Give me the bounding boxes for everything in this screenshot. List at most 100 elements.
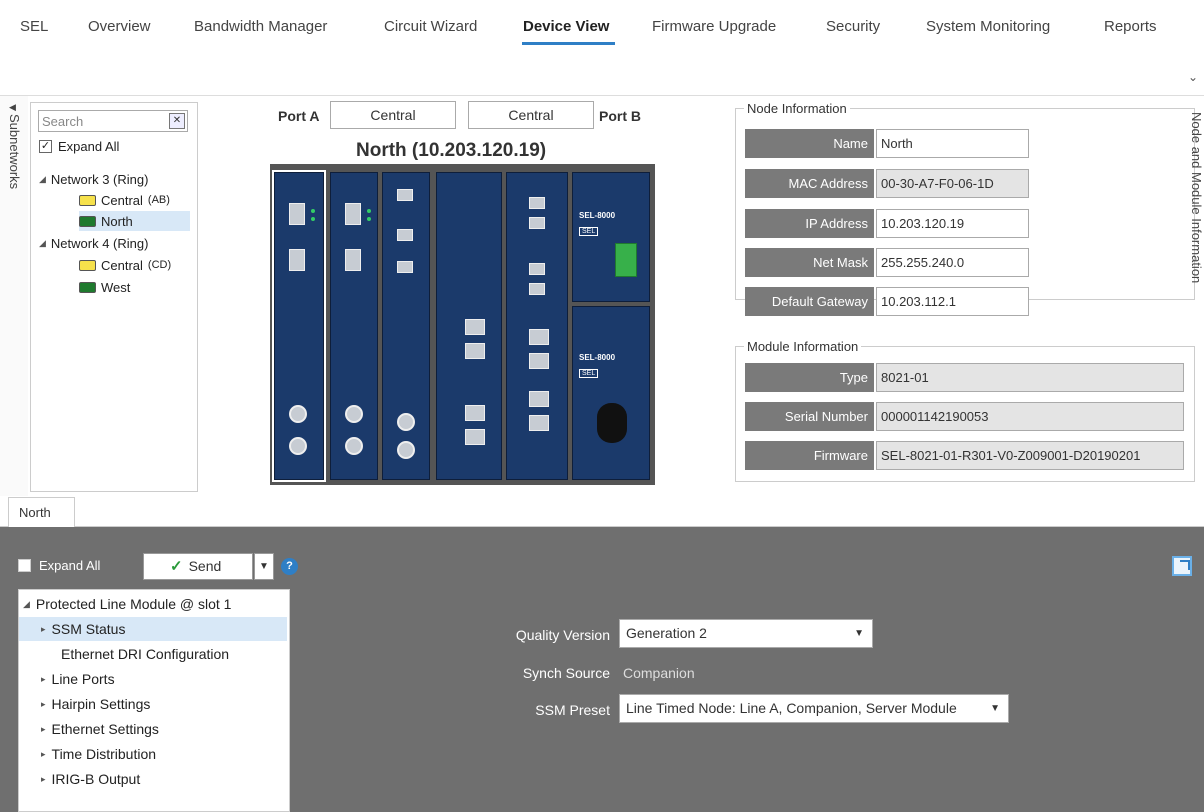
node-label: North bbox=[101, 213, 133, 229]
collapsed-triangle-icon[interactable]: ▸ bbox=[41, 724, 46, 735]
checkbox-checked-icon[interactable]: ✓ bbox=[39, 140, 52, 153]
popout-window-icon[interactable] bbox=[1172, 556, 1192, 576]
type-label: Type bbox=[745, 363, 874, 392]
node-suffix: (AB) bbox=[147, 194, 170, 206]
checkmark-icon: ✓ bbox=[170, 558, 183, 575]
tree-root-label: Protected Line Module @ slot 1 bbox=[35, 596, 232, 612]
node-information-legend: Node Information bbox=[744, 101, 850, 116]
send-label: Send bbox=[188, 558, 222, 574]
node-status-icon bbox=[79, 215, 96, 227]
checkbox-unchecked-icon[interactable] bbox=[18, 559, 31, 572]
mac-address-label: MAC Address bbox=[745, 169, 874, 198]
synch-source-label: Synch Source bbox=[522, 665, 610, 681]
tree-item-label: Ethernet DRI Configuration bbox=[61, 646, 230, 662]
expand-all-checkbox-row[interactable]: Expand All bbox=[18, 558, 100, 573]
expanded-triangle-icon[interactable]: ◢ bbox=[39, 174, 46, 185]
tab-north[interactable]: North bbox=[8, 497, 75, 527]
tree-node-central-ab[interactable]: Central (AB) bbox=[79, 190, 170, 210]
tree-node-west[interactable]: West bbox=[79, 277, 130, 297]
collapsed-triangle-icon[interactable]: ▸ bbox=[41, 774, 46, 785]
expanded-triangle-icon[interactable]: ◢ bbox=[23, 599, 30, 610]
settings-tree: ◢ Protected Line Module @ slot 1 ▸ SSM S… bbox=[18, 589, 290, 812]
default-gateway-field[interactable]: 10.203.112.1 bbox=[876, 287, 1029, 316]
synch-source-value: Companion bbox=[623, 665, 695, 681]
send-dropdown-button[interactable]: ▼ bbox=[254, 553, 274, 580]
tab-sel[interactable]: SEL bbox=[20, 18, 48, 35]
tab-device-view[interactable]: Device View bbox=[523, 18, 609, 35]
ip-address-field[interactable]: 10.203.120.19 bbox=[876, 209, 1029, 238]
module-card-slot-1[interactable] bbox=[272, 170, 326, 482]
dropdown-caret-icon: ▼ bbox=[854, 628, 864, 639]
tree-item-label: SSM Status bbox=[51, 621, 126, 637]
psu-model-label: SEL-8000 bbox=[579, 211, 616, 220]
expand-all-checkbox-row[interactable]: ✓ Expand All bbox=[39, 139, 119, 154]
psu-model-label: SEL-8000 bbox=[579, 353, 616, 362]
tree-root-protected-line-module[interactable]: ◢ Protected Line Module @ slot 1 bbox=[23, 592, 231, 616]
collapsed-triangle-icon[interactable]: ▸ bbox=[41, 749, 46, 760]
tab-security[interactable]: Security bbox=[826, 18, 880, 35]
tree-node-north[interactable]: North bbox=[79, 211, 190, 231]
node-label: West bbox=[101, 279, 131, 295]
expanded-triangle-icon[interactable]: ◢ bbox=[39, 238, 46, 249]
tree-network-3[interactable]: ◢ Network 3 (Ring) bbox=[39, 169, 148, 189]
tree-network-4[interactable]: ◢ Network 4 (Ring) bbox=[39, 233, 148, 253]
quality-version-value: Generation 2 bbox=[626, 625, 707, 641]
net-mask-field[interactable]: 255.255.240.0 bbox=[876, 248, 1029, 277]
tree-item-ethernet-dri[interactable]: Ethernet DRI Configuration bbox=[61, 642, 229, 666]
subnetworks-label: Subnetworks bbox=[7, 114, 22, 190]
ssm-preset-select[interactable]: Line Timed Node: Line A, Companion, Serv… bbox=[619, 694, 1009, 723]
port-b-field[interactable]: Central bbox=[468, 101, 594, 129]
type-field: 8021-01 bbox=[876, 363, 1184, 392]
search-placeholder: Search bbox=[42, 113, 84, 129]
tree-item-hairpin-settings[interactable]: ▸ Hairpin Settings bbox=[41, 692, 150, 716]
tab-bandwidth-manager[interactable]: Bandwidth Manager bbox=[194, 18, 327, 35]
name-field[interactable]: North bbox=[876, 129, 1029, 158]
power-supply-ac[interactable]: SEL-8000 SEL bbox=[572, 306, 650, 480]
tree-node-central-cd[interactable]: Central (CD) bbox=[79, 255, 171, 275]
tree-item-ethernet-settings[interactable]: ▸ Ethernet Settings bbox=[41, 717, 159, 741]
expand-all-label: Expand All bbox=[58, 139, 120, 154]
power-supply-dc[interactable]: SEL-8000 SEL bbox=[572, 172, 650, 302]
tree-item-label: Ethernet Settings bbox=[51, 721, 159, 737]
tree-item-ssm-status[interactable]: ▸ SSM Status bbox=[19, 617, 287, 641]
tree-item-time-distribution[interactable]: ▸ Time Distribution bbox=[41, 742, 156, 766]
sel-logo: SEL bbox=[579, 227, 599, 236]
network-label: Network 3 (Ring) bbox=[50, 171, 149, 187]
node-module-info-side-label: Node and Module Information bbox=[1189, 112, 1204, 284]
tab-circuit-wizard[interactable]: Circuit Wizard bbox=[384, 18, 477, 35]
node-label: Central bbox=[101, 192, 143, 208]
search-input[interactable]: Search ✕ bbox=[38, 110, 188, 132]
firmware-label: Firmware bbox=[745, 441, 874, 470]
collapsed-triangle-icon[interactable]: ▸ bbox=[41, 674, 46, 685]
module-card-slot-5[interactable] bbox=[506, 172, 568, 480]
node-suffix: (CD) bbox=[147, 259, 172, 271]
tab-overview[interactable]: Overview bbox=[88, 18, 151, 35]
chevron-down-icon[interactable]: ⌄ bbox=[1188, 70, 1198, 84]
node-status-icon bbox=[79, 281, 96, 293]
tree-item-irig-b-output[interactable]: ▸ IRIG-B Output bbox=[41, 767, 140, 791]
quality-version-label: Quality Version bbox=[515, 627, 610, 643]
collapsed-triangle-icon[interactable]: ▸ bbox=[41, 624, 46, 635]
serial-number-label: Serial Number bbox=[745, 402, 874, 431]
module-card-slot-4[interactable] bbox=[436, 172, 502, 480]
module-card-slot-2[interactable] bbox=[330, 172, 378, 480]
port-a-field[interactable]: Central bbox=[330, 101, 456, 129]
tab-system-monitoring[interactable]: System Monitoring bbox=[926, 18, 1050, 35]
subnetworks-strip[interactable]: ◀ Subnetworks bbox=[0, 96, 28, 496]
clear-search-icon[interactable]: ✕ bbox=[169, 113, 185, 129]
collapsed-triangle-icon[interactable]: ▸ bbox=[41, 699, 46, 710]
tab-firmware-upgrade[interactable]: Firmware Upgrade bbox=[652, 18, 776, 35]
tab-reports[interactable]: Reports bbox=[1104, 18, 1157, 35]
active-tab-indicator bbox=[522, 42, 615, 45]
tree-item-line-ports[interactable]: ▸ Line Ports bbox=[41, 667, 115, 691]
quality-version-select[interactable]: Generation 2 ▼ bbox=[619, 619, 873, 648]
tree-item-label: Time Distribution bbox=[51, 746, 157, 762]
module-information-legend: Module Information bbox=[744, 339, 862, 354]
ip-address-label: IP Address bbox=[745, 209, 874, 238]
module-card-slot-3[interactable] bbox=[382, 172, 430, 480]
help-icon[interactable]: ? bbox=[281, 558, 298, 575]
tree-item-label: IRIG-B Output bbox=[51, 771, 141, 787]
device-chassis: SEL-8000 SEL SEL-8000 SEL bbox=[270, 164, 655, 485]
send-button[interactable]: ✓ Send bbox=[143, 553, 253, 580]
collapse-arrow-icon[interactable]: ◀ bbox=[9, 102, 16, 113]
